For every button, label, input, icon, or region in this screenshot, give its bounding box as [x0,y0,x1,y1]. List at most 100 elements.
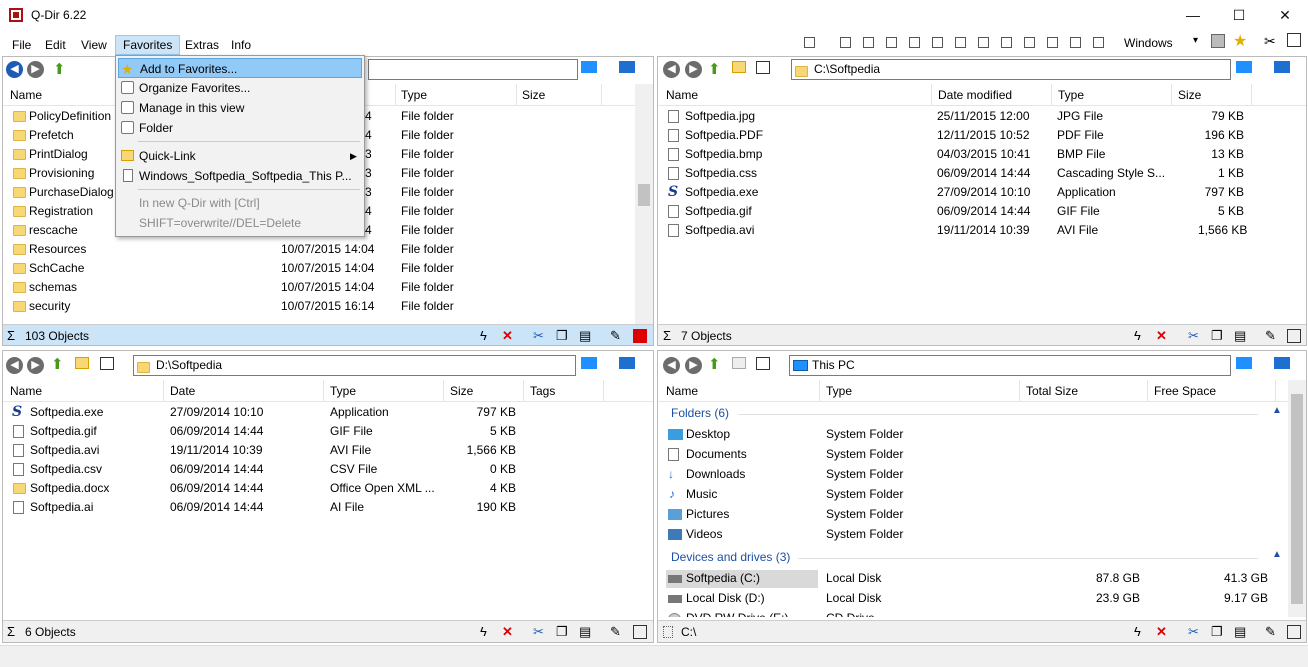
layout-icon[interactable] [909,37,920,48]
monitor-icon[interactable] [1274,61,1290,73]
layout-icon[interactable] [1047,37,1058,48]
monitor-icon[interactable] [1236,61,1252,73]
back-icon[interactable]: ◀ [6,61,23,78]
list-item[interactable]: DVD RW Drive (E:)CD Drive [658,609,1288,617]
view-mode-icon[interactable] [756,61,770,74]
scrollbar[interactable] [635,84,653,324]
back-icon[interactable]: ◀ [663,357,680,374]
col-free-space[interactable]: Free Space [1154,384,1216,398]
new-folder-icon[interactable] [732,61,746,73]
paste-icon[interactable]: ▤ [1234,329,1246,343]
col-name[interactable]: Name [10,384,42,398]
pane-grid-icon[interactable] [1287,625,1301,639]
list-item[interactable]: Softpedia (C:) Local Disk 87.8 GB 41.3 GB [658,569,1288,588]
back-icon[interactable]: ◀ [6,357,23,374]
path-input[interactable]: D:\Softpedia [133,355,576,376]
rename-icon[interactable]: ✎ [610,625,621,639]
forward-icon[interactable]: ▶ [27,61,44,78]
monitor-icon[interactable] [619,61,635,73]
rename-icon[interactable]: ✎ [1265,329,1276,343]
scrollbar-thumb[interactable] [1291,394,1303,604]
view-mode-icon[interactable] [100,357,114,370]
copy-icon[interactable]: ❐ [1211,329,1223,343]
up-folder-icon[interactable]: ⬆ [708,60,721,78]
col-size[interactable]: Size [450,384,473,398]
scrollbar[interactable] [1288,380,1306,617]
add-to-favorites-item[interactable]: ★ Add to Favorites... [118,58,362,78]
col-date[interactable]: Date [170,384,195,398]
layout-icon[interactable] [840,37,851,48]
cut-icon[interactable]: ✂ [1188,329,1199,343]
copy-icon[interactable]: ❐ [556,329,568,343]
group-header-folders[interactable]: Folders (6) [671,406,729,420]
menu-extras[interactable]: Extras [178,35,226,55]
cut-icon[interactable]: ✂ [533,329,544,343]
col-name[interactable]: Name [10,88,42,102]
forward-icon[interactable]: ▶ [685,357,702,374]
windows-menu[interactable]: Windows [1124,36,1173,50]
minimize-button[interactable]: — [1170,0,1216,30]
list-item[interactable]: Softpedia.jpg 25/11/2015 12:00 JPG File 79 … [658,107,1306,126]
monitor-icon[interactable] [581,61,597,73]
col-name[interactable]: Name [666,384,698,398]
grid-icon[interactable] [1287,33,1301,47]
cut-icon[interactable]: ✂ [1188,625,1199,639]
up-folder-icon[interactable]: ⬆ [51,355,64,373]
pane-grid-icon[interactable] [633,625,647,639]
forward-icon[interactable]: ▶ [27,357,44,374]
view-mode-icon[interactable] [756,357,770,370]
monitor-icon[interactable] [1274,357,1290,369]
object-count[interactable]: 103 Objects [25,329,89,343]
col-name[interactable]: Name [666,88,698,102]
list-item[interactable]: security 10/07/2015 16:14 File folder [3,297,635,316]
list-item[interactable]: Softpedia.gif 06/09/2014 14:44 GIF File 5 K… [658,202,1306,221]
menu-favorites[interactable]: Favorites [115,35,181,55]
paste-icon[interactable]: ▤ [579,625,591,639]
col-type[interactable]: Type [401,88,427,102]
col-type[interactable]: Type [330,384,356,398]
lightning-icon[interactable]: ϟ [480,329,487,343]
path-input[interactable]: C:\Softpedia [791,59,1231,80]
forward-icon[interactable]: ▶ [685,61,702,78]
collapse-icon[interactable]: ▲ [1272,549,1282,560]
layout-icon[interactable] [1093,37,1104,48]
col-total-size[interactable]: Total Size [1026,384,1078,398]
path-input[interactable]: This PC [789,355,1231,376]
list-item[interactable]: Desktop System Folder [658,425,1288,444]
list-item[interactable]: Softpedia.docx 06/09/2014 14:44 Office Ope… [3,479,653,498]
star-icon[interactable]: ★ [1233,31,1247,51]
list-item[interactable]: SchCache 10/07/2015 14:04 File folder [3,259,635,278]
new-folder-icon[interactable] [732,357,746,369]
col-date[interactable]: Date modified [938,88,1012,102]
close-pane-icon[interactable] [633,329,647,343]
list-item[interactable]: ♪ Music System Folder [658,485,1288,504]
col-size[interactable]: Size [1178,88,1201,102]
rename-icon[interactable]: ✎ [1265,625,1276,639]
list-item[interactable]: Documents System Folder [658,445,1288,464]
delete-icon[interactable]: ✕ [1156,625,1167,639]
col-type[interactable]: Type [1058,88,1084,102]
maximize-button[interactable]: ☐ [1216,0,1262,30]
list-item[interactable]: Softpedia.csv 06/09/2014 14:44 CSV File 0 K… [3,460,653,479]
layout-icon[interactable] [886,37,897,48]
close-button[interactable]: ✕ [1262,0,1308,30]
menu-edit[interactable]: Edit [38,35,73,55]
back-icon[interactable]: ◀ [663,61,680,78]
monitor-icon[interactable] [619,357,635,369]
list-item[interactable]: Softpedia.PDF 12/11/2015 10:52 PDF File 196… [658,126,1306,145]
folder-item[interactable]: Folder [118,118,362,138]
layout-icon[interactable] [804,37,815,48]
list-item[interactable]: Softpedia.bmp 04/03/2015 10:41 BMP File 13 … [658,145,1306,164]
copy-icon[interactable]: ❐ [1211,625,1223,639]
cut-icon[interactable]: ✂ [533,625,544,639]
layout-icon[interactable] [1024,37,1035,48]
tools-icon[interactable]: ✂ [1264,33,1276,50]
list-item[interactable]: Softpedia.avi 19/11/2014 10:39 AVI File 1,5… [3,441,653,460]
paste-icon[interactable]: ▤ [1234,625,1246,639]
layout-icon[interactable] [955,37,966,48]
pane-grid-icon[interactable] [1287,329,1301,343]
delete-icon[interactable]: ✕ [502,625,513,639]
col-size[interactable]: Size [522,88,545,102]
organize-favorites-item[interactable]: Organize Favorites... [118,78,362,98]
list-item[interactable]: schemas 10/07/2015 14:04 File folder [3,278,635,297]
